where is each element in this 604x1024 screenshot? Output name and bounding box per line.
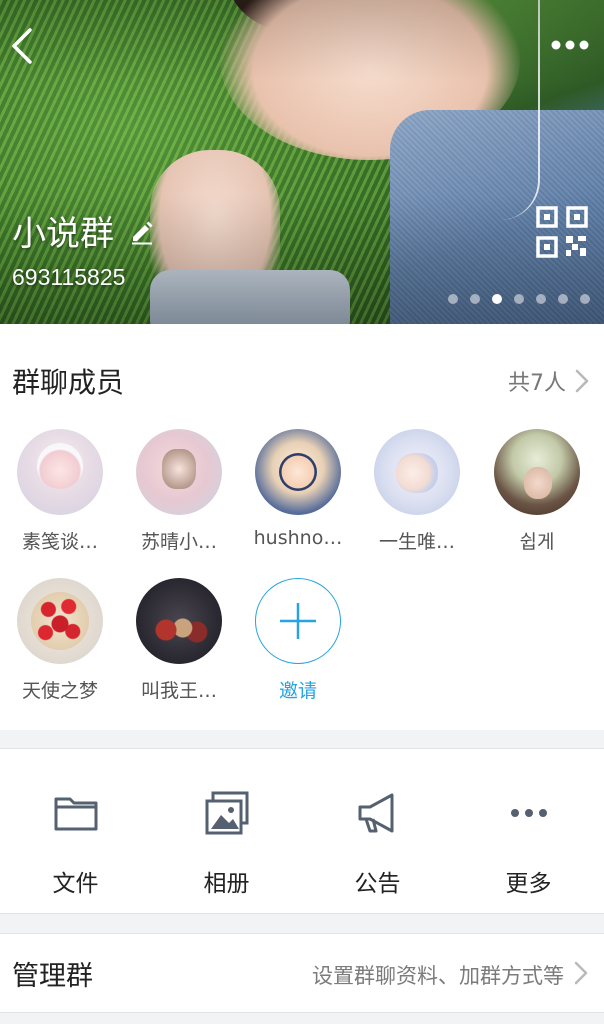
member-name: 素笺谈… xyxy=(21,531,98,553)
album-button[interactable]: 相册 xyxy=(151,749,302,915)
member-item[interactable]: hushno… xyxy=(243,429,353,549)
photo-album-icon xyxy=(203,789,251,837)
qr-code-icon xyxy=(536,206,588,258)
member-item[interactable]: 叫我王… xyxy=(124,578,234,703)
carousel-dot xyxy=(470,294,480,304)
member-item[interactable]: 苏晴小… xyxy=(124,429,234,554)
member-avatar xyxy=(17,578,103,664)
more-button[interactable]: 更多 xyxy=(453,749,604,915)
member-name: 쉽게 xyxy=(519,531,555,553)
more-label: 更多 xyxy=(505,871,552,897)
announcement-button[interactable]: 公告 xyxy=(302,749,453,915)
manage-group-title: 管理群 xyxy=(12,961,93,992)
carousel-dot xyxy=(492,294,502,304)
carousel-dot xyxy=(448,294,458,304)
member-item[interactable]: 一生唯… xyxy=(362,429,472,554)
members-header[interactable]: 群聊成员 共7人 xyxy=(12,360,590,402)
manage-group-description: 设置群聊资料、加群方式等 xyxy=(312,964,564,988)
back-arrow-icon xyxy=(12,28,32,64)
plus-icon xyxy=(280,603,316,639)
member-name: 叫我王… xyxy=(140,680,217,702)
carousel-dot xyxy=(536,294,546,304)
members-count: 共7人 xyxy=(508,371,566,396)
member-name: 苏晴小… xyxy=(140,531,217,553)
group-title: 小说群 xyxy=(12,206,156,255)
invite-button[interactable]: 邀请 xyxy=(243,578,353,703)
carousel-dot xyxy=(558,294,568,304)
member-avatar xyxy=(494,429,580,515)
member-name: 天使之梦 xyxy=(21,680,98,702)
folder-icon xyxy=(52,789,100,837)
member-avatar xyxy=(136,429,222,515)
invite-label: 邀请 xyxy=(278,680,317,702)
more-dots-icon xyxy=(505,789,553,837)
carousel-indicator xyxy=(448,294,590,304)
member-name: hushno… xyxy=(253,527,343,549)
manage-group-row[interactable]: 管理群 设置群聊资料、加群方式等 xyxy=(0,933,604,1013)
announcement-label: 公告 xyxy=(354,871,401,897)
back-button[interactable] xyxy=(6,24,42,68)
member-avatar xyxy=(17,429,103,515)
member-item[interactable]: 素笺谈… xyxy=(5,429,115,554)
invite-circle xyxy=(255,578,341,664)
group-id: 693115825 xyxy=(12,264,126,290)
qr-code-button[interactable] xyxy=(536,206,588,258)
member-avatar xyxy=(374,429,460,515)
chevron-right-icon xyxy=(574,368,590,394)
album-label: 相册 xyxy=(203,871,250,897)
members-section: 群聊成员 共7人 素笺谈… 苏晴小… hushno… 一生唯… 쉽게 天使之梦 … xyxy=(0,324,604,730)
more-options-button[interactable] xyxy=(548,30,592,60)
members-count-link[interactable]: 共7人 xyxy=(508,365,590,397)
member-avatar xyxy=(136,578,222,664)
group-cover-image[interactable]: 小说群 693115825 xyxy=(0,0,604,324)
megaphone-icon xyxy=(354,789,402,837)
files-button[interactable]: 文件 xyxy=(0,749,151,915)
carousel-dot xyxy=(514,294,524,304)
group-actions-bar: 文件 相册 公告 更多 xyxy=(0,748,604,914)
group-name: 小说群 xyxy=(12,214,114,254)
member-item[interactable]: 쉽게 xyxy=(482,429,592,554)
more-dots-icon xyxy=(551,40,589,50)
edit-name-button[interactable] xyxy=(128,217,156,245)
chevron-right-icon xyxy=(574,961,588,985)
member-item[interactable]: 天使之梦 xyxy=(5,578,115,703)
members-title: 群聊成员 xyxy=(12,366,125,399)
pencil-icon xyxy=(132,221,153,244)
member-name: 一生唯… xyxy=(378,531,455,553)
files-label: 文件 xyxy=(52,871,99,897)
carousel-dot xyxy=(580,294,590,304)
member-avatar xyxy=(255,429,341,515)
